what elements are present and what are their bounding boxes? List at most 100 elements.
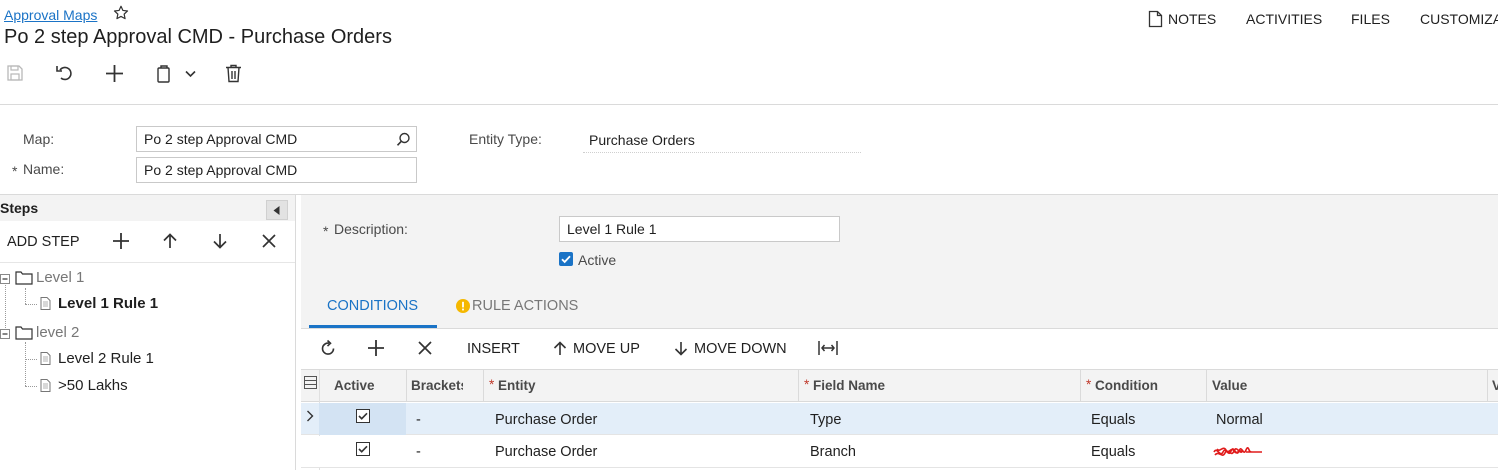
cell-condition[interactable]: Equals bbox=[1091, 444, 1135, 460]
column-separator bbox=[406, 370, 407, 402]
breadcrumb-link[interactable]: Approval Maps bbox=[4, 7, 97, 23]
document-icon bbox=[40, 297, 51, 310]
tree-collapse-icon[interactable] bbox=[0, 274, 10, 284]
tree-line bbox=[25, 386, 37, 387]
entity-type-value: Purchase Orders bbox=[589, 132, 695, 148]
tree-line bbox=[25, 304, 37, 305]
column-separator bbox=[483, 370, 484, 402]
tree-line bbox=[5, 276, 6, 336]
move-up-button[interactable]: MOVE UP bbox=[573, 341, 640, 357]
tree-item-level-1[interactable]: Level 1 bbox=[36, 269, 84, 286]
caret-left-icon bbox=[273, 206, 280, 215]
refresh-icon[interactable] bbox=[319, 339, 337, 357]
tab-rule-actions[interactable]: RULE ACTIONS bbox=[472, 298, 578, 314]
delete-icon[interactable] bbox=[225, 64, 242, 83]
row-active-checkbox[interactable] bbox=[356, 409, 370, 423]
notes-button[interactable]: NOTES bbox=[1168, 11, 1216, 27]
search-icon[interactable] bbox=[396, 132, 411, 147]
cell-value[interactable]: Normal bbox=[1216, 412, 1263, 428]
insert-button[interactable]: INSERT bbox=[467, 341, 520, 357]
table-row[interactable] bbox=[301, 403, 1498, 435]
column-header-next[interactable]: V bbox=[1492, 378, 1498, 393]
warning-icon bbox=[456, 299, 470, 313]
description-label: Description: bbox=[334, 221, 408, 237]
tree-line bbox=[25, 359, 37, 360]
cell-entity[interactable]: Purchase Order bbox=[495, 444, 597, 460]
row-active-checkbox[interactable] bbox=[356, 442, 370, 456]
redacted-value-scribble bbox=[1212, 441, 1264, 463]
move-down-button[interactable]: MOVE DOWN bbox=[694, 341, 787, 357]
column-header-condition[interactable]: Condition bbox=[1095, 378, 1158, 393]
step-up-arrow-icon[interactable] bbox=[162, 233, 178, 249]
table-row[interactable] bbox=[301, 436, 1498, 468]
name-value: Po 2 step Approval CMD bbox=[144, 162, 298, 178]
name-required-marker: * bbox=[12, 163, 18, 179]
add-icon[interactable] bbox=[105, 64, 124, 83]
save-icon[interactable] bbox=[6, 64, 24, 82]
undo-icon[interactable] bbox=[55, 64, 75, 82]
tabs-divider bbox=[301, 328, 1498, 329]
column-header-brackets[interactable]: Brackets bbox=[411, 378, 463, 393]
chevron-down-icon[interactable] bbox=[185, 70, 196, 78]
add-step-button[interactable]: ADD STEP bbox=[7, 234, 80, 250]
required-marker: * bbox=[489, 377, 495, 392]
collapse-panel-button[interactable] bbox=[266, 200, 288, 220]
column-chooser-icon[interactable] bbox=[304, 376, 317, 389]
favorite-star-icon[interactable] bbox=[112, 4, 130, 22]
active-checkbox[interactable] bbox=[559, 252, 573, 266]
column-separator bbox=[798, 370, 799, 402]
cell-field-name[interactable]: Branch bbox=[810, 444, 856, 460]
description-input[interactable]: Level 1 Rule 1 bbox=[559, 216, 840, 242]
tree-item-level-1-rule-1[interactable]: Level 1 Rule 1 bbox=[58, 295, 158, 312]
column-header-entity[interactable]: Entity bbox=[498, 378, 536, 393]
description-required-marker: * bbox=[323, 223, 329, 239]
steps-panel-header bbox=[0, 195, 295, 221]
map-input[interactable]: Po 2 step Approval CMD bbox=[136, 126, 417, 152]
move-down-arrow-icon[interactable] bbox=[674, 341, 688, 356]
steps-title: Steps bbox=[0, 200, 39, 216]
name-input[interactable]: Po 2 step Approval CMD bbox=[136, 157, 417, 183]
copy-paste-icon[interactable] bbox=[155, 64, 173, 84]
column-separator bbox=[1487, 370, 1488, 402]
step-down-arrow-icon[interactable] bbox=[212, 233, 228, 249]
document-icon bbox=[40, 352, 51, 365]
customization-button[interactable]: CUSTOMIZA bbox=[1420, 11, 1498, 27]
grid-header-row bbox=[301, 370, 1498, 402]
cell-condition[interactable]: Equals bbox=[1091, 412, 1135, 428]
folder-icon bbox=[15, 325, 33, 340]
cell-brackets[interactable]: - bbox=[416, 412, 421, 428]
tab-conditions[interactable]: CONDITIONS bbox=[327, 298, 418, 314]
tree-collapse-icon[interactable] bbox=[0, 329, 10, 339]
add-row-icon[interactable] bbox=[367, 339, 385, 357]
tree-line bbox=[25, 288, 26, 304]
column-header-field-name[interactable]: Field Name bbox=[813, 378, 885, 393]
cell-brackets[interactable]: - bbox=[416, 444, 421, 460]
entity-type-underline bbox=[583, 152, 861, 153]
tree-line bbox=[25, 342, 26, 386]
document-icon bbox=[40, 379, 51, 392]
tree-item-level-2-rule-1[interactable]: Level 2 Rule 1 bbox=[58, 350, 154, 367]
map-label: Map: bbox=[23, 131, 55, 147]
cell-entity[interactable]: Purchase Order bbox=[495, 412, 597, 428]
page-title: Po 2 step Approval CMD - Purchase Orders bbox=[4, 26, 392, 48]
fit-columns-icon[interactable] bbox=[818, 340, 838, 356]
header-divider bbox=[0, 104, 1498, 105]
name-label: Name: bbox=[23, 161, 65, 177]
delete-row-icon[interactable] bbox=[418, 341, 432, 355]
folder-icon bbox=[15, 270, 33, 285]
row-selector-chevron-icon[interactable] bbox=[306, 410, 314, 422]
move-up-arrow-icon[interactable] bbox=[553, 341, 567, 356]
required-marker: * bbox=[804, 377, 810, 392]
files-button[interactable]: FILES bbox=[1351, 11, 1390, 27]
column-header-active[interactable]: Active bbox=[334, 378, 375, 393]
tree-item-50-lakhs[interactable]: >50 Lakhs bbox=[58, 377, 128, 394]
cell-field-name[interactable]: Type bbox=[810, 412, 841, 428]
remove-step-icon[interactable] bbox=[262, 234, 276, 248]
notes-icon bbox=[1148, 10, 1163, 28]
tree-item-level-2[interactable]: level 2 bbox=[36, 324, 79, 341]
add-step-icon[interactable] bbox=[112, 232, 130, 250]
activities-button[interactable]: ACTIVITIES bbox=[1246, 11, 1322, 27]
map-value: Po 2 step Approval CMD bbox=[144, 131, 298, 147]
column-header-value[interactable]: Value bbox=[1212, 378, 1247, 393]
required-marker: * bbox=[1086, 377, 1092, 392]
